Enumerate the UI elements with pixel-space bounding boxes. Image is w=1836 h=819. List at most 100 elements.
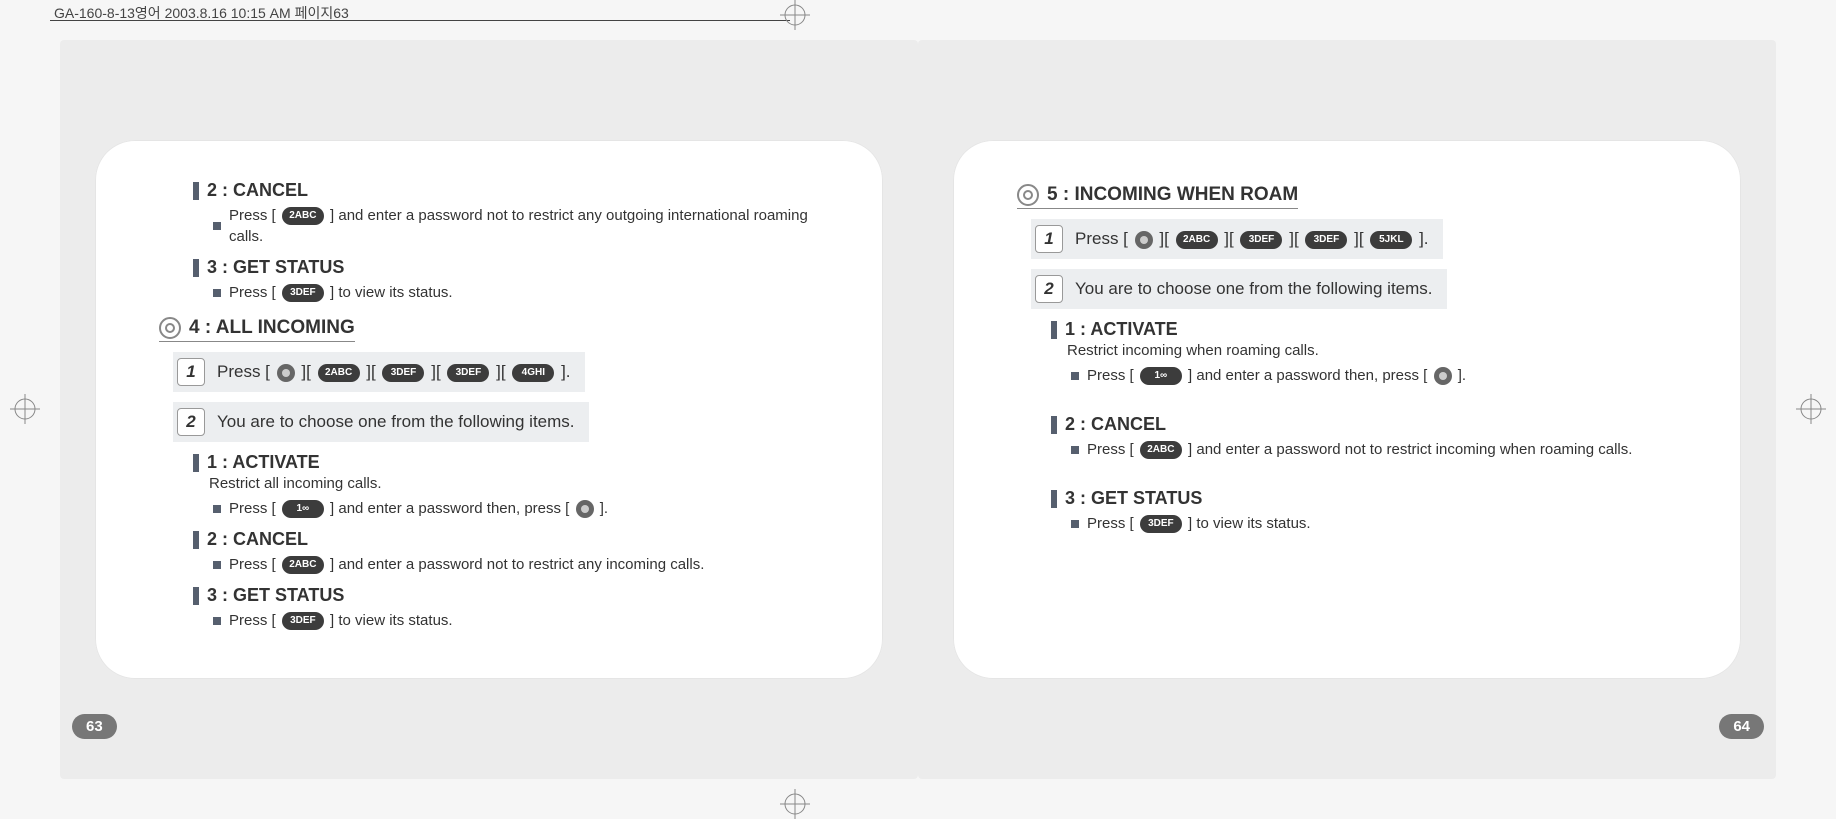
section-heading-text: 5 : INCOMING WHEN ROAM xyxy=(1047,184,1298,206)
text-fragment: ] and enter a password not to restrict i… xyxy=(1188,441,1632,458)
text-fragment: ] and enter a password then, press [ xyxy=(1188,367,1427,384)
text-fragment: Press [ xyxy=(229,556,276,573)
text-fragment: ][ xyxy=(431,362,440,381)
instruction-text: Press [ 2ABC ] and enter a password not … xyxy=(1087,439,1632,460)
instruction-row: Press [ 1∞ ] and enter a password then, … xyxy=(1071,365,1681,386)
step-text: Press [ ][ 2ABC ][ 3DEF ][ 3DEF ][ 4GHI … xyxy=(217,362,571,382)
instruction-text: Press [ 3DEF ] to view its status. xyxy=(229,282,453,303)
nav-key-icon xyxy=(277,364,295,382)
bar-icon xyxy=(1051,416,1057,434)
text-fragment: ][ xyxy=(366,362,375,381)
text-fragment: Press [ xyxy=(1075,229,1128,248)
bar-icon xyxy=(193,182,199,200)
crop-mark-top-icon xyxy=(780,0,810,30)
nav-key-icon xyxy=(1434,367,1452,385)
subheading-cancel: 2 : CANCEL xyxy=(1051,414,1681,435)
text-fragment: ][ xyxy=(1354,229,1363,248)
subheading-activate: 1 : ACTIVATE xyxy=(193,452,823,473)
key-3-icon: 3DEF xyxy=(382,364,424,382)
subheading-get-status: 3 : GET STATUS xyxy=(1051,488,1681,509)
instruction-text: Press [ 2ABC ] and enter a password not … xyxy=(229,205,823,247)
key-2-icon: 2ABC xyxy=(282,207,324,225)
text-fragment: Press [ xyxy=(1087,515,1134,532)
step-2: 2 You are to choose one from the followi… xyxy=(1031,269,1447,309)
text-fragment: Press [ xyxy=(229,207,276,224)
subheading-cancel: 2 : CANCEL xyxy=(193,529,823,550)
content-card-right: 5 : INCOMING WHEN ROAM 1 Press [ ][ 2ABC… xyxy=(953,140,1741,679)
key-5-icon: 5JKL xyxy=(1370,231,1412,249)
instruction-text: Press [ 2ABC ] and enter a password not … xyxy=(229,554,704,575)
text-fragment: Press [ xyxy=(229,500,276,517)
text-fragment: ] to view its status. xyxy=(1188,515,1311,532)
page-left: 2 : CANCEL Press [ 2ABC ] and enter a pa… xyxy=(60,40,918,779)
key-3-icon: 3DEF xyxy=(1305,231,1347,249)
instruction-row: Press [ 3DEF ] to view its status. xyxy=(213,610,823,631)
nav-key-icon xyxy=(576,500,594,518)
instruction-text: Press [ 1∞ ] and enter a password then, … xyxy=(1087,365,1466,386)
page-right: 5 : INCOMING WHEN ROAM 1 Press [ ][ 2ABC… xyxy=(918,40,1776,779)
crop-line xyxy=(50,20,790,21)
bar-icon xyxy=(193,454,199,472)
page-number-left: 63 xyxy=(72,714,117,739)
swirl-icon xyxy=(159,317,181,339)
text-fragment: ][ xyxy=(301,362,310,381)
text-fragment: ]. xyxy=(561,362,570,381)
text-fragment: ][ xyxy=(1159,229,1168,248)
step-number-badge: 1 xyxy=(177,358,205,386)
sub-description: Restrict incoming when roaming calls. xyxy=(1067,342,1681,359)
text-fragment: ] and enter a password not to restrict a… xyxy=(330,556,704,573)
key-4-icon: 4GHI xyxy=(512,364,554,382)
instruction-row: Press [ 3DEF ] to view its status. xyxy=(213,282,823,303)
key-2-icon: 2ABC xyxy=(318,364,360,382)
text-fragment: ][ xyxy=(1289,229,1298,248)
bar-icon xyxy=(1051,321,1057,339)
instruction-row: Press [ 2ABC ] and enter a password not … xyxy=(1071,439,1681,460)
subheading-text: 1 : ACTIVATE xyxy=(207,452,320,473)
instruction-text: Press [ 3DEF ] to view its status. xyxy=(1087,513,1311,534)
instruction-text: Press [ 3DEF ] to view its status. xyxy=(229,610,453,631)
subheading-text: 2 : CANCEL xyxy=(1065,414,1166,435)
instruction-row: Press [ 2ABC ] and enter a password not … xyxy=(213,205,823,247)
nav-key-icon xyxy=(1135,231,1153,249)
key-3-icon: 3DEF xyxy=(282,612,324,630)
step-text: You are to choose one from the following… xyxy=(217,412,575,432)
content-card-left: 2 : CANCEL Press [ 2ABC ] and enter a pa… xyxy=(95,140,883,679)
key-3-icon: 3DEF xyxy=(1240,231,1282,249)
instruction-text: Press [ 1∞ ] and enter a password then, … xyxy=(229,498,608,519)
subheading-text: 2 : CANCEL xyxy=(207,180,308,201)
text-fragment: Press [ xyxy=(217,362,270,381)
crop-mark-bottom-icon xyxy=(780,789,810,819)
instruction-row: Press [ 3DEF ] to view its status. xyxy=(1071,513,1681,534)
bar-icon xyxy=(193,587,199,605)
key-2-icon: 2ABC xyxy=(282,556,324,574)
step-2: 2 You are to choose one from the followi… xyxy=(173,402,589,442)
step-number-badge: 2 xyxy=(177,408,205,436)
swirl-icon xyxy=(1017,184,1039,206)
step-1: 1 Press [ ][ 2ABC ][ 3DEF ][ 3DEF ][ 4GH… xyxy=(173,352,585,392)
subheading-cancel: 2 : CANCEL xyxy=(193,180,823,201)
square-bullet-icon xyxy=(1071,446,1079,454)
subheading-text: 3 : GET STATUS xyxy=(207,585,344,606)
text-fragment: ]. xyxy=(1458,367,1466,384)
text-fragment: ]. xyxy=(600,500,608,517)
key-3-icon: 3DEF xyxy=(447,364,489,382)
text-fragment: ][ xyxy=(1224,229,1233,248)
text-fragment: Press [ xyxy=(1087,441,1134,458)
bar-icon xyxy=(1051,490,1057,508)
subheading-text: 1 : ACTIVATE xyxy=(1065,319,1178,340)
bar-icon xyxy=(193,531,199,549)
sub-description: Restrict all incoming calls. xyxy=(209,475,823,492)
text-fragment: ][ xyxy=(496,362,505,381)
square-bullet-icon xyxy=(213,222,221,230)
subheading-get-status: 3 : GET STATUS xyxy=(193,585,823,606)
page-number-right: 64 xyxy=(1719,714,1764,739)
step-text: You are to choose one from the following… xyxy=(1075,279,1433,299)
subheading-text: 3 : GET STATUS xyxy=(1065,488,1202,509)
instruction-row: Press [ 1∞ ] and enter a password then, … xyxy=(213,498,823,519)
square-bullet-icon xyxy=(213,617,221,625)
subheading-activate: 1 : ACTIVATE xyxy=(1051,319,1681,340)
step-text: Press [ ][ 2ABC ][ 3DEF ][ 3DEF ][ 5JKL … xyxy=(1075,229,1429,249)
square-bullet-icon xyxy=(1071,520,1079,528)
section-heading-all-incoming: 4 : ALL INCOMING xyxy=(159,317,355,342)
key-1-icon: 1∞ xyxy=(282,500,324,518)
